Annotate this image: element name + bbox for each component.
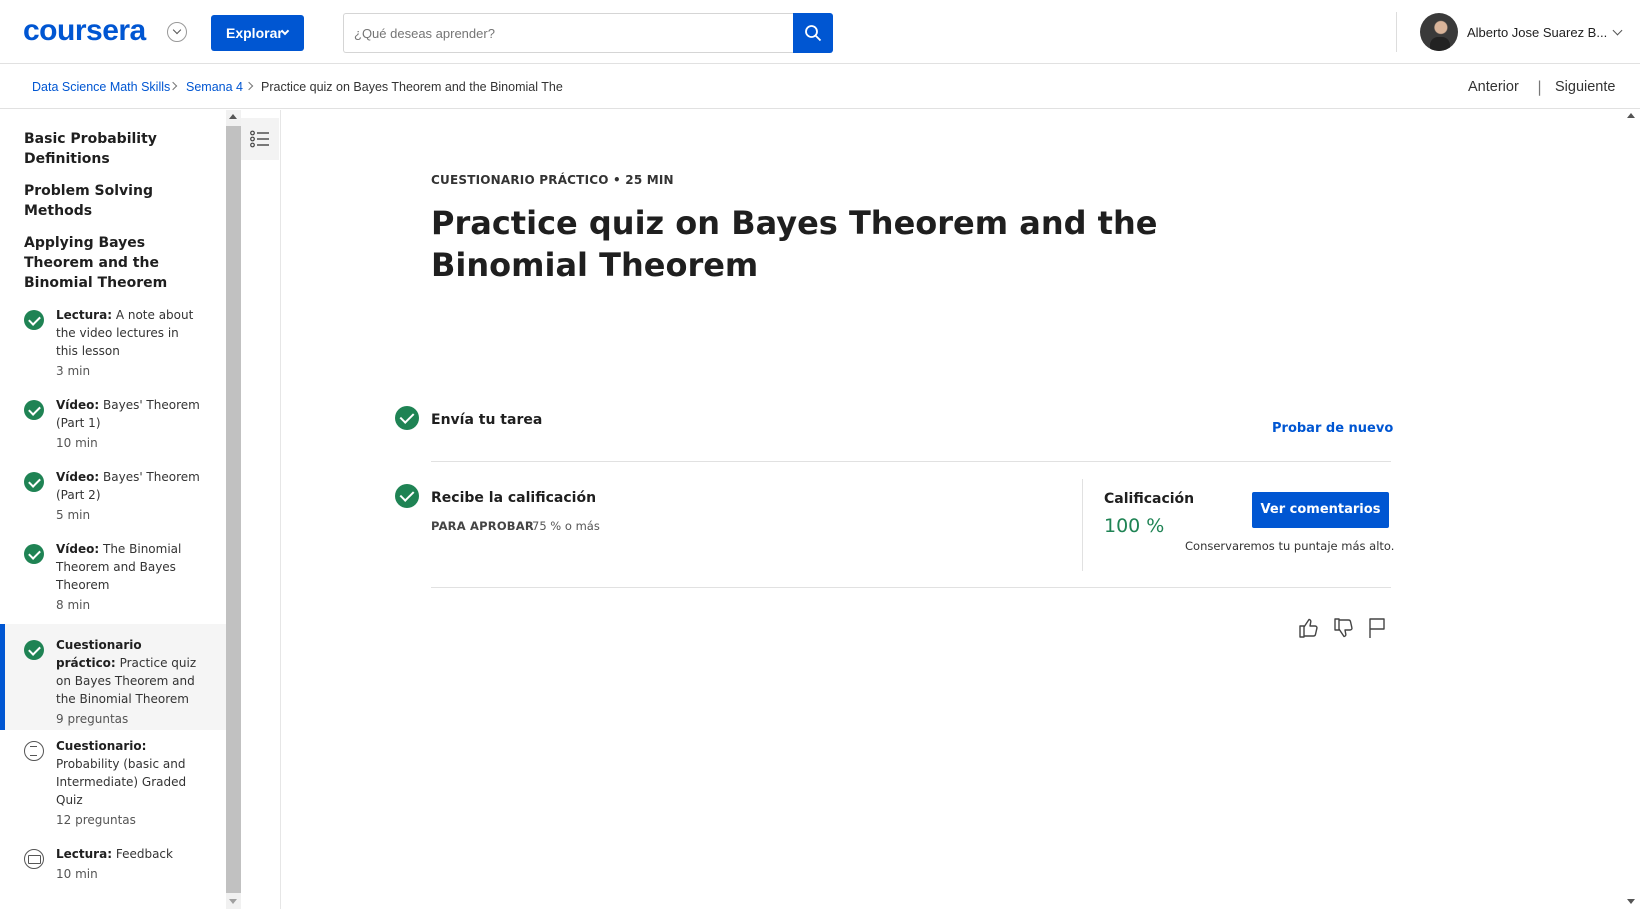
scroll-down-icon[interactable] (1627, 899, 1635, 904)
page-title: Practice quiz on Bayes Theorem and the B… (431, 204, 1158, 284)
check-circle-icon (24, 544, 44, 564)
toc-column (241, 110, 281, 909)
flag-icon[interactable] (1365, 616, 1389, 640)
check-circle-icon (395, 406, 419, 430)
main-scrollbar[interactable] (1622, 110, 1640, 909)
search-icon (805, 25, 822, 42)
header-divider (1396, 12, 1397, 52)
pass-label: PARA APROBAR (431, 519, 534, 533)
grade-label: Calificación (1104, 491, 1195, 507)
sidebar-item-video[interactable]: Vídeo: Bayes' Theorem (Part 2) 5 min (0, 468, 226, 534)
thumbs-up-icon[interactable] (1297, 616, 1321, 640)
retry-link[interactable]: Probar de nuevo (1272, 421, 1393, 436)
item-meta: 12 preguntas (56, 813, 136, 827)
breadcrumb-course[interactable]: Data Science Math Skills (32, 80, 170, 94)
book-icon (24, 849, 44, 869)
sidebar-item-graded-quiz[interactable]: Cuestionario: Probability (basic and Int… (0, 737, 226, 837)
sidebar-item-practice-quiz[interactable]: Cuestionario práctico: Practice quiz on … (0, 624, 226, 730)
sidebar-item-text: Vídeo: The Binomial Theorem and Bayes Th… (56, 540, 201, 614)
item-type: Vídeo: (56, 542, 100, 556)
check-circle-icon (24, 310, 44, 330)
toggle-outline-button[interactable] (241, 118, 279, 160)
sidebar-item-reading[interactable]: Lectura: A note about the video lectures… (0, 306, 226, 391)
nav-divider: | (1537, 78, 1543, 96)
sidebar-item-text: Lectura: Feedback 10 min (56, 845, 201, 883)
item-type: Vídeo: (56, 470, 100, 484)
avatar[interactable] (1420, 13, 1458, 51)
item-meta: 10 min (56, 436, 98, 450)
list-icon (250, 130, 269, 148)
next-button[interactable]: Siguiente (1555, 79, 1615, 95)
sidebar-item-video[interactable]: Vídeo: The Binomial Theorem and Bayes Th… (0, 540, 226, 624)
top-navigation-bar: coursera Explorar ¿Qué deseas aprender? … (0, 0, 1640, 64)
item-meta: 8 min (56, 598, 91, 612)
step-grade-title: Recibe la calificación (431, 490, 597, 506)
user-name[interactable]: Alberto Jose Suarez B... (1467, 25, 1607, 40)
breadcrumb: Data Science Math Skills Semana 4 Practi… (0, 64, 1640, 109)
item-type: Lectura: (56, 308, 112, 322)
main-content: CUESTIONARIO PRÁCTICO • 25 MIN Practice … (282, 110, 1622, 909)
grade-value: 100 % (1104, 515, 1165, 537)
step-submit-title: Envía tu tarea (431, 412, 543, 428)
search-button[interactable] (793, 13, 833, 53)
breadcrumb-current: Practice quiz on Bayes Theorem and the B… (261, 80, 563, 94)
explore-button-label: Explorar (226, 25, 283, 41)
item-kicker: CUESTIONARIO PRÁCTICO • 25 MIN (431, 173, 674, 187)
sidebar-scrollbar-thumb[interactable] (226, 126, 241, 893)
item-meta: 10 min (56, 867, 98, 881)
sidebar-item-reading[interactable]: Lectura: Feedback 10 min (0, 845, 226, 895)
chevron-down-icon[interactable] (1612, 25, 1623, 36)
divider (431, 461, 1391, 462)
item-type: Lectura: (56, 847, 112, 861)
pass-value: 75 % o más (532, 519, 600, 533)
check-circle-icon (395, 484, 419, 508)
scroll-up-icon[interactable] (229, 114, 237, 119)
divider (1082, 479, 1083, 571)
sidebar-item-text: Vídeo: Bayes' Theorem (Part 2) 5 min (56, 468, 201, 524)
keep-highest-note: Conservaremos tu puntaje más alto. (1185, 539, 1395, 553)
coursera-logo[interactable]: coursera (23, 14, 146, 48)
course-sidebar: Basic Probability Definitions Problem So… (0, 110, 226, 909)
check-circle-icon (24, 400, 44, 420)
explore-button[interactable]: Explorar (211, 15, 304, 51)
item-title: Probability (basic and Intermediate) Gra… (56, 757, 187, 807)
check-circle-icon (24, 472, 44, 492)
sidebar-item-text: Cuestionario: Probability (basic and Int… (56, 737, 201, 829)
divider (431, 587, 1391, 588)
sidebar-item-text: Lectura: A note about the video lectures… (56, 306, 201, 380)
search-input[interactable]: ¿Qué deseas aprender? (343, 13, 794, 53)
item-meta: 3 min (56, 364, 91, 378)
breadcrumb-week[interactable]: Semana 4 (186, 80, 243, 94)
previous-button[interactable]: Anterior (1468, 79, 1519, 95)
chevron-down-icon[interactable] (167, 22, 187, 42)
scroll-down-icon[interactable] (229, 899, 237, 904)
sidebar-item-text: Vídeo: Bayes' Theorem (Part 1) 10 min (56, 396, 201, 452)
chevron-right-icon (244, 81, 254, 91)
lesson-heading[interactable]: Problem Solving Methods (24, 181, 204, 221)
item-meta: 5 min (56, 508, 91, 522)
check-circle-icon (24, 640, 44, 660)
sidebar-item-video[interactable]: Vídeo: Bayes' Theorem (Part 1) 10 min (0, 396, 226, 462)
thumbs-down-icon[interactable] (1332, 616, 1356, 640)
sidebar-item-text: Cuestionario práctico: Practice quiz on … (56, 636, 201, 728)
lesson-heading[interactable]: Applying Bayes Theorem and the Binomial … (24, 233, 204, 293)
view-feedback-button[interactable]: Ver comentarios (1252, 492, 1389, 528)
item-meta: 9 preguntas (56, 712, 129, 726)
quiz-icon (24, 741, 44, 761)
item-type: Cuestionario: (56, 739, 147, 753)
item-title: Feedback (115, 847, 173, 861)
item-type: Vídeo: (56, 398, 100, 412)
lesson-heading[interactable]: Basic Probability Definitions (24, 129, 204, 169)
scroll-up-icon[interactable] (1627, 113, 1635, 118)
